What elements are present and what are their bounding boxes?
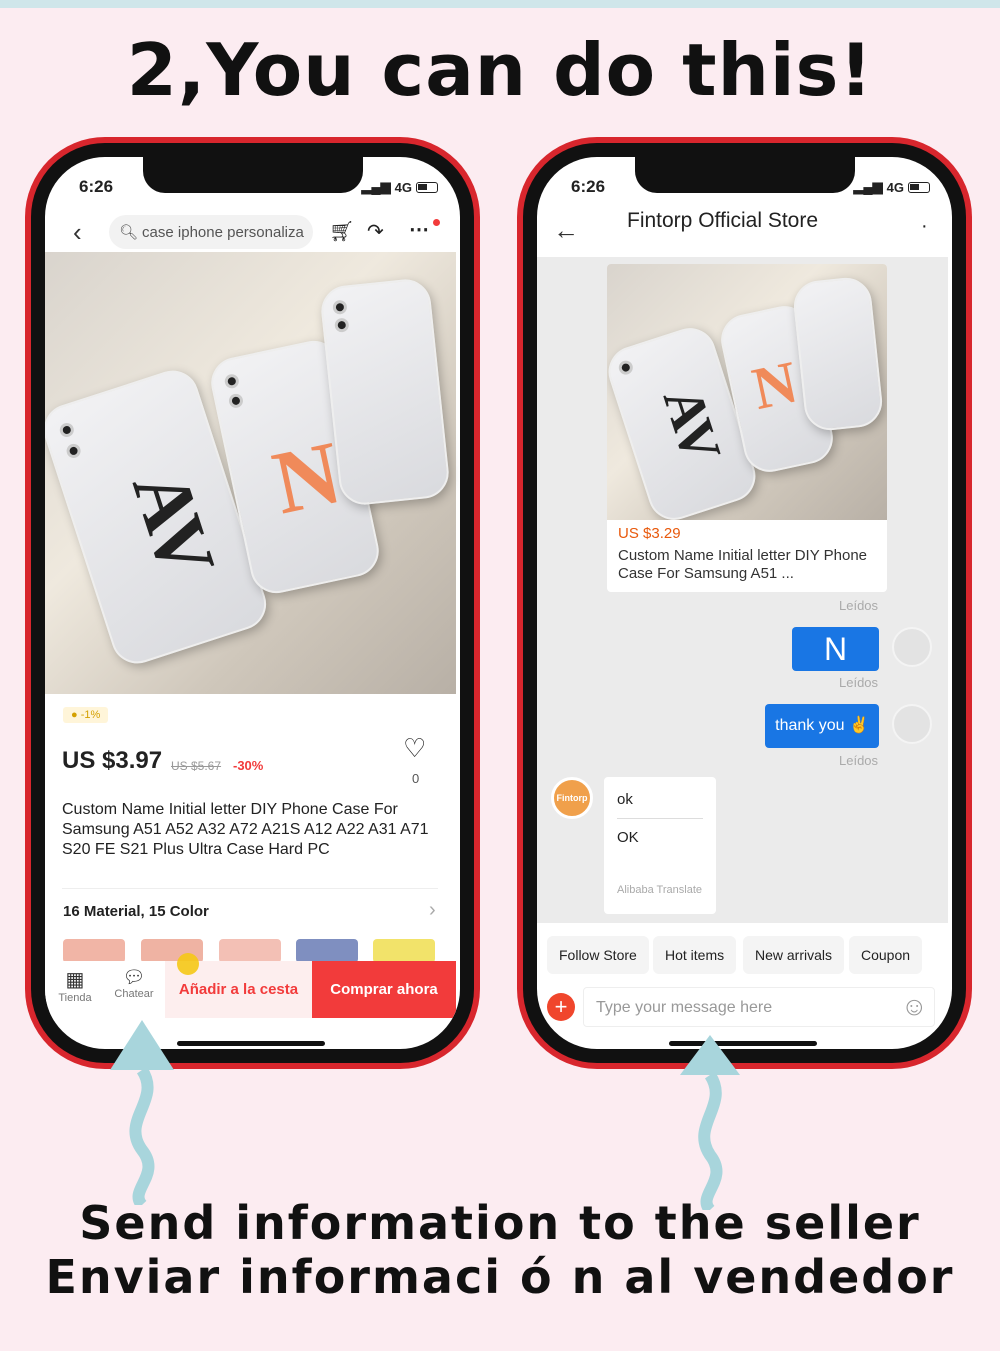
plus-icon[interactable]: + (547, 993, 575, 1021)
old-price: US $5.67 (171, 759, 222, 773)
product-card[interactable]: AV N US $3.29 Custom Name Initial letter… (607, 264, 887, 592)
emoji-icon[interactable]: ☺ (901, 991, 928, 1022)
color-thumb[interactable] (373, 939, 435, 963)
seller-avatar[interactable]: Fintorp (551, 777, 593, 819)
product-card-title: Custom Name Initial letter DIY Phone Cas… (618, 547, 868, 582)
network-label: 4G (886, 179, 904, 195)
divider (62, 888, 438, 889)
home-indicator (177, 1041, 325, 1046)
arrow-up-icon (110, 1020, 174, 1205)
read-status: Leídos (839, 598, 879, 613)
cart-icon[interactable]: 🛒︎ (329, 219, 354, 244)
translator-label: Alibaba Translate (617, 884, 702, 896)
wishlist-count: 0 (412, 771, 420, 786)
variant-selector[interactable]: 16 Material, 15 Color (63, 903, 209, 920)
read-status: Leídos (839, 675, 879, 690)
chat-button[interactable]: 💬︎ Chatear (111, 967, 157, 1000)
chat-icon: 💬︎ (122, 967, 146, 987)
product-card-image: AV N (607, 264, 887, 520)
store-icon: ▦ (65, 969, 85, 991)
user-avatar (892, 627, 932, 667)
message-bubble-sent: thank you ✌ (765, 704, 879, 748)
color-thumb[interactable] (219, 939, 281, 963)
notch (634, 157, 855, 193)
search-input[interactable]: 🔍︎ case iphone personaliza (109, 215, 313, 249)
battery-icon (416, 181, 438, 193)
buy-now-button[interactable]: Comprar ahora (312, 961, 456, 1018)
status-icons: ▂▄▆ 4G (361, 179, 438, 195)
headline: 2,You can do this! (126, 28, 874, 112)
notification-dot (433, 219, 440, 226)
footer-line-english: Send information to the seller (79, 1196, 921, 1250)
signal-icon: ▂▄▆ (361, 179, 391, 194)
store-label: Tienda (58, 992, 92, 1004)
coin-discount: -1% (80, 709, 101, 721)
price: US $3.97 (62, 747, 163, 774)
touch-indicator (177, 953, 199, 975)
discount: -30% (233, 758, 264, 773)
user-avatar (892, 704, 932, 744)
phone-chat-page: 6:26 ▂▄▆ 4G ← Fintorp Official Store · AV… (517, 137, 972, 1069)
store-title: Fintorp Official Store (627, 209, 819, 232)
divider (617, 818, 703, 819)
chip-follow-store[interactable]: Follow Store (547, 936, 649, 974)
back-icon[interactable]: ‹ (73, 217, 82, 248)
chip-coupon[interactable]: Coupon (849, 936, 923, 974)
chip-hot-items[interactable]: Hot items (653, 936, 737, 974)
chevron-right-icon[interactable]: › (429, 899, 436, 922)
message-input[interactable]: Type your message here (583, 987, 935, 1027)
phone-product-page: 6:26 ▂▄▆ 4G ‹ 🔍︎ case iphone personaliza 🛒… (25, 137, 480, 1069)
back-arrow-icon[interactable]: ← (553, 215, 579, 246)
search-placeholder: case iphone personaliza (142, 223, 304, 241)
message-translation: OK (617, 829, 639, 846)
status-time: 6:26 (79, 177, 114, 196)
arrow-up-icon (680, 1035, 740, 1210)
status-icons: ▂▄▆ 4G (853, 179, 930, 195)
status-time: 6:26 (571, 177, 606, 196)
product-card-price: US $3.29 (618, 525, 681, 542)
search-icon: 🔍︎ (119, 224, 139, 241)
wishlist-heart-icon[interactable]: ♡ (403, 733, 426, 764)
notch (142, 157, 363, 193)
read-status: Leídos (839, 753, 879, 768)
chip-new-arrivals[interactable]: New arrivals (743, 936, 845, 974)
message-bubble-received: ok OK Alibaba Translate (604, 777, 716, 914)
message-text: ok (617, 791, 633, 808)
top-strip (0, 0, 1000, 8)
chat-label: Chatear (114, 988, 154, 1000)
battery-icon (908, 181, 930, 193)
message-bubble-sent: N (792, 627, 879, 671)
network-label: 4G (394, 179, 412, 195)
coin-badge: ● -1% (63, 707, 109, 723)
store-button[interactable]: ▦ Tienda (55, 967, 95, 1004)
color-thumb[interactable] (63, 939, 125, 963)
product-image[interactable]: AV N (45, 252, 456, 694)
footer-line-spanish: Enviar informaci ó n al vendedor (45, 1250, 955, 1304)
product-title: Custom Name Initial letter DIY Phone Cas… (62, 801, 429, 858)
signal-icon: ▂▄▆ (853, 179, 883, 194)
share-icon[interactable]: ↷ (367, 219, 384, 244)
color-thumb[interactable] (296, 939, 358, 963)
more-icon[interactable]: · (921, 215, 928, 238)
more-icon[interactable]: ⋯ (409, 217, 429, 242)
